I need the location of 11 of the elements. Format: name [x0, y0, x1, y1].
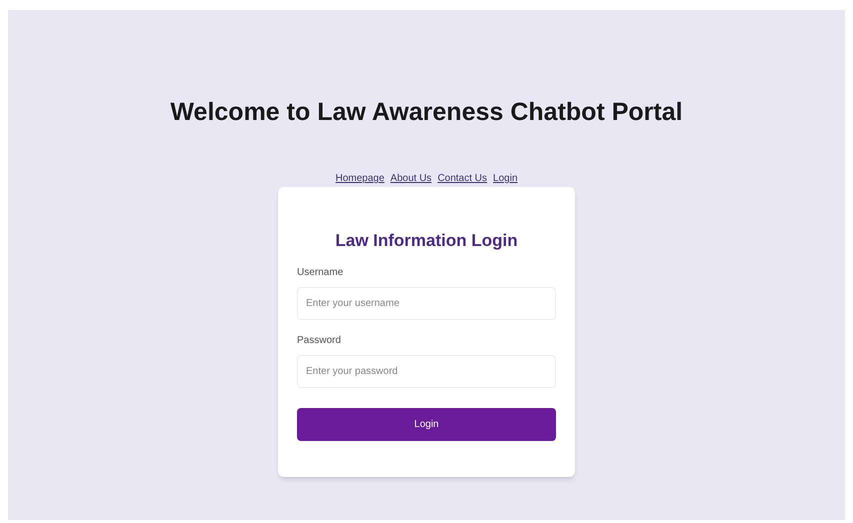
- input-field[interactable]: Enter your username: [297, 287, 556, 320]
- nav-link[interactable]: About Us: [390, 174, 432, 184]
- page-title: Welcome to Law Awareness Chatbot Portal: [170, 100, 683, 125]
- nav-link[interactable]: Homepage: [336, 174, 384, 184]
- card-title: Law Information Login: [334, 232, 519, 249]
- field-label: Password: [297, 336, 342, 346]
- field-label: Username: [297, 268, 344, 278]
- nav-link[interactable]: Login: [493, 174, 518, 184]
- nav-link[interactable]: Contact Us: [438, 174, 488, 184]
- login-button[interactable]: Login: [297, 408, 556, 441]
- input-field[interactable]: Enter your password: [297, 355, 556, 388]
